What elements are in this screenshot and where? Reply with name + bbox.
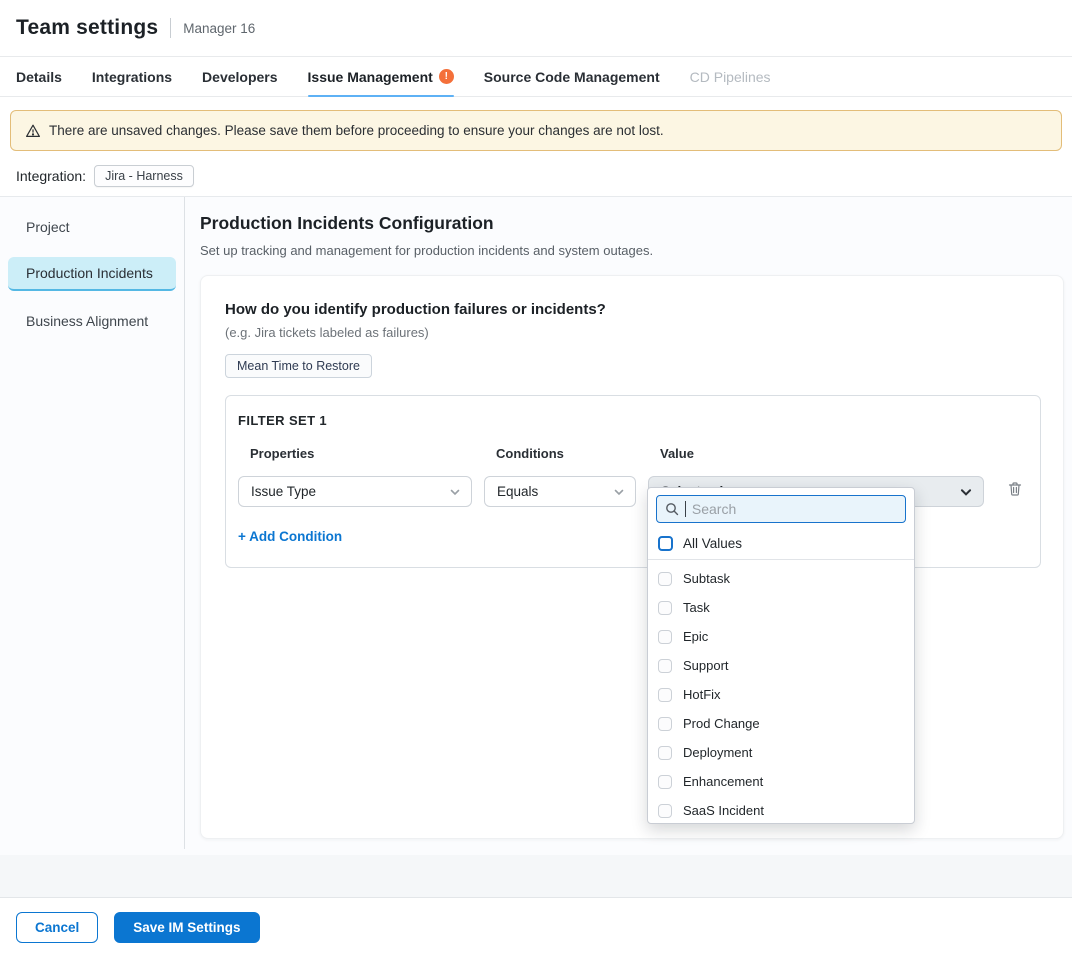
condition-select[interactable]: Equals (484, 476, 636, 507)
value-column-label: Value (648, 446, 984, 461)
chevron-down-icon (449, 486, 461, 498)
chevron-down-icon (613, 486, 625, 498)
checkbox-icon[interactable] (658, 572, 672, 586)
metric-chip[interactable]: Mean Time to Restore (225, 354, 372, 378)
team-name: Manager 16 (183, 21, 255, 36)
option-label: Epic (683, 629, 708, 644)
properties-column-label: Properties (238, 446, 472, 461)
conditions-column-label: Conditions (484, 446, 636, 461)
value-dropdown-panel: All Values Subtask Task Epic Support Hot… (647, 487, 915, 824)
dropdown-option-prod-change[interactable]: Prod Change (648, 709, 914, 738)
question-heading: How do you identify production failures … (225, 301, 1039, 318)
tab-cd-pipelines[interactable]: CD Pipelines (690, 57, 771, 96)
title-divider (170, 18, 171, 38)
checkbox-icon[interactable] (658, 804, 672, 818)
checkbox-icon[interactable] (658, 536, 673, 551)
tab-details[interactable]: Details (16, 57, 62, 96)
search-icon (665, 502, 679, 516)
unsaved-changes-banner: There are unsaved changes. Please save t… (10, 110, 1062, 151)
main-panel: Production Incidents Configuration Set u… (185, 197, 1072, 856)
text-cursor (685, 501, 686, 517)
integration-label: Integration: (16, 168, 86, 184)
footer-actions: Cancel Save IM Settings (0, 899, 1072, 956)
property-select[interactable]: Issue Type (238, 476, 472, 507)
dropdown-option-task[interactable]: Task (648, 593, 914, 622)
search-input[interactable] (692, 501, 897, 517)
alert-badge-icon: ! (439, 69, 454, 84)
option-label: Subtask (683, 571, 730, 586)
filter-set-box: FILTER SET 1 Properties Conditions Value… (225, 395, 1041, 568)
tab-issue-management[interactable]: Issue Management ! (308, 57, 454, 96)
dropdown-option-deployment[interactable]: Deployment (648, 738, 914, 767)
sidebar-item-business-alignment[interactable]: Business Alignment (8, 305, 176, 337)
property-select-value: Issue Type (251, 484, 316, 499)
tab-label: Integrations (92, 69, 172, 85)
sidebar-item-label: Production Incidents (26, 265, 153, 281)
tab-source-code-management[interactable]: Source Code Management (484, 57, 660, 96)
option-label: Deployment (683, 745, 752, 760)
sidebar-item-production-incidents[interactable]: Production Incidents (8, 257, 176, 291)
warning-triangle-icon (25, 123, 41, 139)
page-title: Team settings (16, 16, 158, 40)
tab-integrations[interactable]: Integrations (92, 57, 172, 96)
checkbox-icon[interactable] (658, 659, 672, 673)
dropdown-option-support[interactable]: Support (648, 651, 914, 680)
tab-label: Developers (202, 69, 277, 85)
sidebar-item-project[interactable]: Project (8, 211, 176, 243)
tab-label: CD Pipelines (690, 69, 771, 85)
footer-spacer (0, 855, 1072, 898)
sidebar-item-label: Project (26, 219, 70, 235)
filter-column-labels: Properties Conditions Value (238, 446, 1024, 461)
checkbox-icon[interactable] (658, 688, 672, 702)
question-hint: (e.g. Jira tickets labeled as failures) (225, 325, 1039, 340)
option-label: Task (683, 600, 710, 615)
checkbox-icon[interactable] (658, 601, 672, 615)
tab-label: Details (16, 69, 62, 85)
chevron-down-icon (959, 485, 973, 499)
delete-filter-icon[interactable] (1006, 480, 1024, 498)
incidents-config-card: How do you identify production failures … (200, 275, 1064, 839)
option-label: HotFix (683, 687, 721, 702)
option-label: Enhancement (683, 774, 763, 789)
select-all-label: All Values (683, 536, 742, 551)
page-header: Team settings Manager 16 (0, 0, 1072, 57)
integration-row: Integration: Jira - Harness (16, 163, 194, 189)
dropdown-option-subtask[interactable]: Subtask (648, 564, 914, 593)
section-subtitle: Set up tracking and management for produ… (200, 243, 1064, 258)
unsaved-changes-text: There are unsaved changes. Please save t… (49, 123, 664, 138)
option-label: Prod Change (683, 716, 760, 731)
save-im-settings-button[interactable]: Save IM Settings (114, 912, 259, 943)
checkbox-icon[interactable] (658, 746, 672, 760)
add-condition-button[interactable]: + Add Condition (238, 529, 342, 544)
checkbox-icon[interactable] (658, 630, 672, 644)
dropdown-option-epic[interactable]: Epic (648, 622, 914, 651)
option-label: Support (683, 658, 729, 673)
sidebar-item-label: Business Alignment (26, 313, 148, 329)
dropdown-search[interactable] (656, 495, 906, 523)
select-all-option[interactable]: All Values (648, 529, 914, 560)
settings-sidebar: Project Production Incidents Business Al… (0, 197, 185, 849)
condition-select-value: Equals (497, 484, 538, 499)
tab-developers[interactable]: Developers (202, 57, 277, 96)
option-label: SaaS Incident (683, 803, 764, 818)
tab-label: Issue Management (308, 69, 433, 85)
filter-set-title: FILTER SET 1 (238, 413, 1024, 428)
dropdown-option-enhancement[interactable]: Enhancement (648, 767, 914, 796)
checkbox-icon[interactable] (658, 717, 672, 731)
dropdown-option-saas-incident[interactable]: SaaS Incident (648, 796, 914, 824)
tabs: Details Integrations Developers Issue Ma… (0, 57, 1072, 97)
team-settings-page: Team settings Manager 16 Details Integra… (0, 0, 1072, 956)
dropdown-options-list: Subtask Task Epic Support HotFix Prod Ch… (648, 560, 914, 824)
tab-label: Source Code Management (484, 69, 660, 85)
cancel-button[interactable]: Cancel (16, 912, 98, 943)
checkbox-icon[interactable] (658, 775, 672, 789)
integration-chip[interactable]: Jira - Harness (94, 165, 194, 187)
section-title: Production Incidents Configuration (200, 213, 1064, 234)
dropdown-option-hotfix[interactable]: HotFix (648, 680, 914, 709)
